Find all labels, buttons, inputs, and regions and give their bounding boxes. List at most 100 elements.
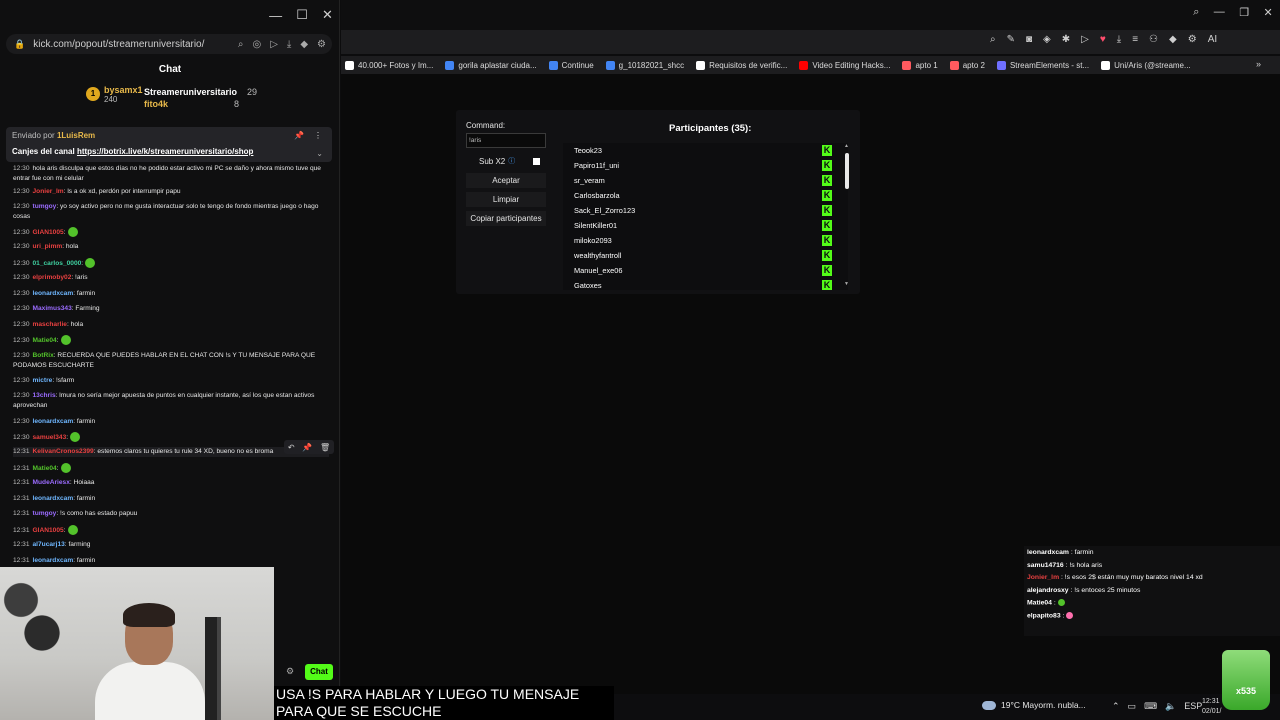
message-username[interactable]: 13chris — [33, 392, 56, 399]
bookmark-item[interactable]: 40.000+ Fotos y Im... — [345, 60, 433, 70]
chat-message[interactable]: 12:30 samuel343: — [13, 432, 329, 443]
bookmark-item[interactable]: Uni/Aris (@streame... — [1101, 60, 1191, 70]
scroll-down-icon[interactable]: ▼ — [844, 281, 849, 287]
user-icon[interactable]: ⚇ — [1149, 34, 1158, 45]
message-username[interactable]: leonardxcam — [33, 290, 74, 297]
bookmark-item[interactable]: g_10182021_shcc — [605, 60, 684, 70]
command-input[interactable] — [466, 133, 546, 148]
settings-icon[interactable]: ⚙ — [1188, 34, 1197, 45]
close-button[interactable]: ✕ — [322, 7, 333, 23]
chat-message[interactable]: 12:30 leonardxcam: farmin — [13, 417, 329, 427]
chat-message[interactable]: 12:30 elprimoby02: !aris — [13, 273, 329, 283]
bookmark-item[interactable]: Video Editing Hacks... — [799, 60, 890, 70]
pinned-link[interactable]: https://botrix.live/k/streameruniversita… — [77, 147, 254, 156]
message-username[interactable]: leonardxcam — [33, 495, 74, 502]
chat-message[interactable]: 12:30 tumgoy: yo soy activo pero no me gu… — [13, 202, 329, 222]
bookmark-item[interactable]: gorila aplastar ciuda... — [445, 60, 537, 70]
copy-participants-button[interactable]: Copiar participantes — [466, 211, 546, 226]
chat-message[interactable]: 12:31 MudeAriesx: Hoiaaa — [13, 478, 329, 488]
message-username[interactable]: Maximus343 — [33, 305, 72, 312]
chat-message[interactable]: 12:31 GIAN1005: — [13, 525, 329, 536]
participants-scrollbar[interactable]: ▲ ▼ — [844, 143, 850, 290]
bookmark-item[interactable]: apto 2 — [949, 60, 985, 70]
chat-message[interactable]: 12:31 KelivanCronos2399: estemos claros t… — [13, 447, 329, 457]
search-icon[interactable]: ⌕ — [238, 39, 244, 50]
message-username[interactable]: mascharlie — [33, 321, 67, 328]
play-icon[interactable]: ▷ — [270, 39, 278, 50]
display-icon[interactable]: ▭ — [1128, 701, 1137, 712]
message-username[interactable]: elprimoby02 — [33, 274, 72, 281]
heart-icon[interactable]: ♥ — [1100, 34, 1106, 45]
chat-message[interactable]: 12:30 Matie04: — [13, 335, 329, 346]
camera-icon[interactable]: ◙ — [1026, 34, 1032, 45]
edit-icon[interactable]: ✎ — [1007, 34, 1015, 45]
bookmark-item[interactable]: Requisitos de verific... — [696, 60, 787, 70]
pin-icon[interactable]: 📌 — [302, 443, 312, 452]
message-username[interactable]: leonardxcam — [33, 557, 74, 564]
chat-message[interactable]: 12:31 al7ucarj13: farming — [13, 540, 329, 550]
chat-message[interactable]: 12:31 leonardxcam: farmin — [13, 494, 329, 504]
restore-button[interactable]: ❐ — [1239, 6, 1249, 19]
network-icon[interactable]: ⌨ — [1144, 701, 1157, 712]
chat-message[interactable]: 12:31 tumgoy: !s como has estado papuu — [13, 509, 329, 519]
message-username[interactable]: uri_pimm — [33, 243, 63, 250]
chat-message[interactable]: 12:31 Matie04: — [13, 463, 329, 474]
pinned-message[interactable]: Enviado por 1LuisRem Canjes del canal ht… — [6, 127, 332, 162]
accept-button[interactable]: Aceptar — [466, 173, 546, 188]
shield-icon[interactable]: ◈ — [1043, 34, 1051, 45]
message-username[interactable]: Matie04 — [33, 465, 57, 472]
minimize-button[interactable]: — — [269, 8, 282, 23]
pin-icon[interactable]: 📌 — [294, 131, 304, 140]
chat-message[interactable]: 12:30 leonardxcam: farmin — [13, 289, 329, 299]
message-username[interactable]: samuel343 — [33, 434, 67, 441]
chevron-up-icon[interactable]: ⌃ — [1112, 701, 1120, 712]
clear-button[interactable]: Limpiar — [466, 192, 546, 207]
download-icon[interactable]: ⤓ — [287, 39, 291, 50]
pinned-by-user[interactable]: 1LuisRem — [57, 131, 95, 140]
chat-message[interactable]: 12:30 mascharlie: hola — [13, 320, 329, 330]
message-username[interactable]: Matie04 — [33, 337, 57, 344]
close-button[interactable]: ✕ — [1264, 6, 1273, 19]
settings-icon[interactable]: ⚙ — [317, 39, 326, 50]
search-icon[interactable]: ⌕ — [990, 34, 996, 45]
chat-message[interactable]: 12:30 GIAN1005: — [13, 227, 329, 238]
bookmark-item[interactable]: StreamElements - st... — [996, 60, 1089, 70]
chevron-right-icon[interactable]: » — [1256, 59, 1261, 69]
message-username[interactable]: GIAN1005 — [33, 229, 64, 236]
more-options-icon[interactable]: ⋮ — [314, 131, 322, 140]
download-icon[interactable]: ⤓ — [1117, 34, 1121, 45]
scrollbar-thumb[interactable] — [845, 153, 849, 189]
url-text[interactable]: kick.com/popout/streameruniversitario/ — [33, 39, 204, 50]
search-icon[interactable]: ⌕ — [1193, 6, 1199, 19]
sub-x2-checkbox[interactable] — [533, 158, 540, 165]
message-username[interactable]: mictre — [33, 377, 53, 384]
message-username[interactable]: MudeAriesx — [33, 479, 70, 486]
extension-icon[interactable]: ✱ — [1062, 34, 1070, 45]
menu-icon[interactable]: ≡ — [1132, 34, 1138, 45]
speaker-icon[interactable]: 🔈 — [1165, 701, 1176, 712]
message-username[interactable]: BotRix — [33, 352, 54, 359]
ai-icon[interactable]: AI — [1208, 34, 1217, 45]
chat-message[interactable]: 12:30 uri_pimm: hola — [13, 242, 329, 252]
extension-icon[interactable]: ◆ — [300, 39, 308, 50]
extension-icon[interactable]: ◆ — [1169, 34, 1177, 45]
bookmark-item[interactable]: Continue — [548, 60, 594, 70]
chat-message[interactable]: 12:30 BotRix: RECUERDA QUE PUEDES HABLAR … — [13, 351, 329, 371]
reply-icon[interactable]: ↶ — [288, 443, 295, 452]
message-username[interactable]: 01_carlos_0000 — [33, 260, 82, 267]
chat-message[interactable]: 12:30 hola aris disculpa que estos días n… — [13, 164, 329, 184]
participants-list[interactable]: Teook23 K Papiro11f_uni Ksr_veram K Carlosbar… — [563, 143, 848, 290]
message-username[interactable]: KelivanCronos2399 — [33, 448, 94, 455]
chat-message[interactable]: 12:30 01_carlos_0000: — [13, 258, 329, 269]
message-username[interactable]: tumgoy — [33, 203, 57, 210]
chat-message[interactable]: 12:31 leonardxcam: farmin — [13, 556, 329, 566]
shield-icon[interactable]: ◎ — [252, 39, 261, 50]
delete-icon[interactable]: 🗑 — [320, 443, 330, 452]
play-icon[interactable]: ▷ — [1081, 34, 1089, 45]
chat-message[interactable]: 12:30 13chris: lmura no sería mejor apues… — [13, 391, 329, 411]
chat-send-button[interactable]: Chat — [305, 664, 333, 680]
gear-icon[interactable]: ⚙ — [286, 666, 294, 677]
language-indicator[interactable]: ESP — [1184, 701, 1202, 712]
address-bar[interactable]: 🔒 kick.com/popout/streameruniversitario/… — [6, 34, 332, 54]
weather-widget[interactable]: 19°C Mayorm. nubla... — [982, 700, 1086, 710]
